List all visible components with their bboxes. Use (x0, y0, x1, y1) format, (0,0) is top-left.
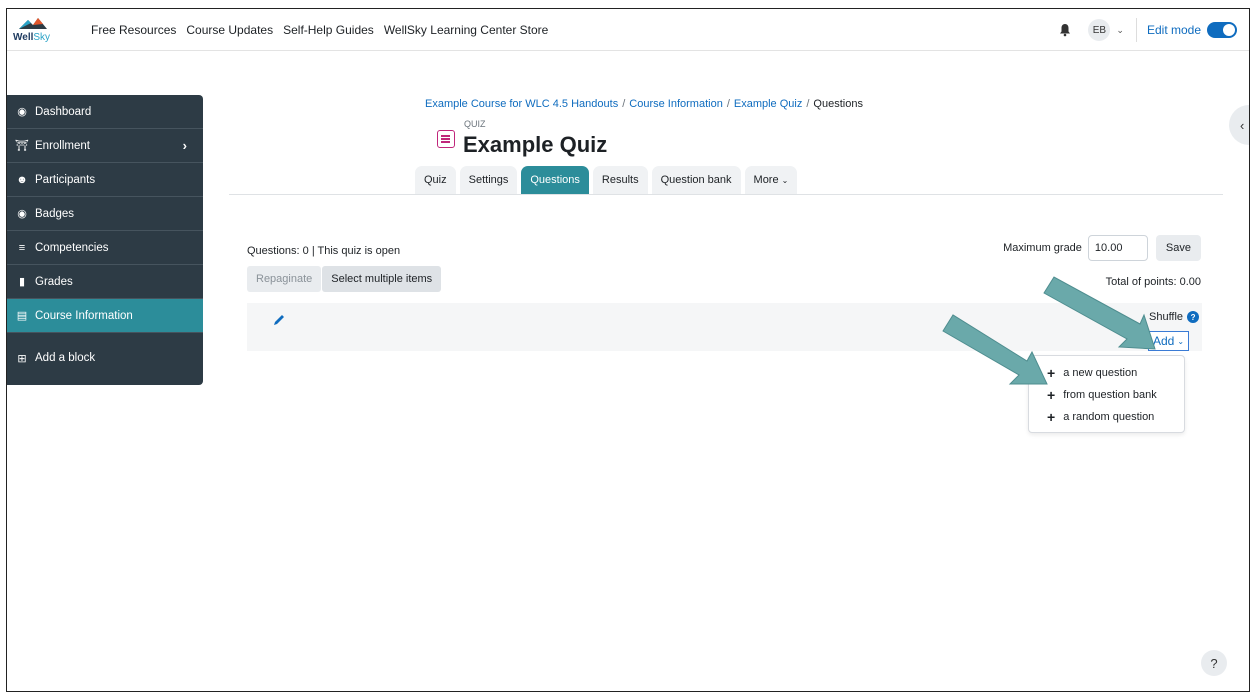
top-navbar: WellSky Free Resources Course Updates Se… (7, 9, 1249, 51)
open-drawer-chevron-left-icon[interactable]: ‹ (1229, 105, 1249, 145)
user-menu-chevron-down-icon[interactable]: ⌄ (1116, 25, 1124, 36)
sidebar-item-badges[interactable]: ◉ Badges (7, 197, 203, 231)
maximum-grade-input[interactable]: 10.00 (1087, 235, 1148, 261)
nav-link-free-resources[interactable]: Free Resources (91, 23, 176, 37)
chevron-down-icon: ⌄ (781, 175, 789, 185)
sidebar-item-label: Add a block (35, 352, 96, 364)
sidebar-item-participants[interactable]: ☻ Participants (7, 163, 203, 197)
page-title: Example Quiz (463, 132, 608, 157)
sidebar-item-course-information[interactable]: ▤ Course Information (7, 299, 203, 333)
shuffle-option[interactable]: Shuffle ? (1149, 311, 1200, 323)
quiz-icon (437, 130, 455, 148)
user-avatar[interactable]: EB (1088, 19, 1111, 41)
tab-question-bank[interactable]: Question bank (651, 166, 741, 194)
help-button[interactable]: ? (1201, 650, 1227, 676)
tab-quiz[interactable]: Quiz (415, 166, 456, 194)
breadcrumb-link-course[interactable]: Example Course for WLC 4.5 Handouts (425, 98, 618, 110)
sidebar-item-label: Grades (35, 275, 73, 288)
edit-pencil-icon[interactable] (272, 313, 286, 327)
quiz-tabs: Quiz Settings Questions Results Question… (415, 166, 801, 194)
plus-icon: + (1047, 409, 1056, 425)
sidebar-item-enrollment[interactable]: ⛩ Enrollment › (7, 129, 203, 163)
quiz-status-text: Questions: 0 | This quiz is open (247, 245, 401, 257)
edit-actions: Repaginate Select multiple items (247, 266, 442, 292)
maximum-grade-label: Maximum grade (1003, 242, 1082, 254)
grades-icon: ▮ (18, 276, 26, 288)
dashboard-icon: ◉ (17, 106, 27, 118)
shuffle-label: Shuffle (1149, 311, 1184, 323)
nav-link-self-help-guides[interactable]: Self-Help Guides (283, 23, 374, 37)
tab-results[interactable]: Results (592, 166, 648, 194)
sidebar-item-label: Competencies (35, 241, 109, 254)
breadcrumb-current: Questions (813, 98, 863, 110)
save-button[interactable]: Save (1155, 235, 1201, 261)
tab-questions[interactable]: Questions (521, 166, 589, 194)
chevron-right-icon: › (182, 138, 187, 153)
sidebar-item-label: Enrollment (35, 139, 90, 152)
logo-text: WellSky (13, 32, 51, 43)
sidebar-item-label: Participants (35, 173, 96, 186)
users-icon: ☻ (16, 173, 28, 186)
sidebar-item-label: Dashboard (35, 105, 92, 118)
total-points: Total of points: 0.00 (1105, 276, 1201, 288)
info-icon: ▤ (16, 310, 28, 322)
breadcrumb-link-example-quiz[interactable]: Example Quiz (734, 98, 802, 110)
wellsky-logo[interactable]: WellSky (13, 13, 53, 47)
primary-nav: Free Resources Course Updates Self-Help … (91, 9, 558, 51)
navbar-divider (1135, 18, 1137, 42)
breadcrumb-link-course-information[interactable]: Course Information (629, 98, 723, 110)
tabs-divider (229, 194, 1223, 195)
sidebar-item-label: Course Information (35, 309, 133, 322)
select-multiple-button[interactable]: Select multiple items (322, 266, 442, 292)
edit-mode-toggle[interactable] (1207, 22, 1237, 38)
menu-item-new-question[interactable]: + a new question (1029, 362, 1184, 384)
bank-icon: ⛩ (15, 140, 29, 152)
sidebar-item-dashboard[interactable]: ◉ Dashboard (7, 95, 203, 129)
nav-link-store[interactable]: WellSky Learning Center Store (384, 23, 549, 37)
menu-item-random-question[interactable]: + a random question (1029, 406, 1184, 428)
page-activity-type: QUIZ (464, 119, 486, 129)
mountain-logo-icon (19, 18, 47, 29)
nav-link-course-updates[interactable]: Course Updates (186, 23, 273, 37)
badge-icon: ◉ (17, 208, 27, 220)
tab-settings[interactable]: Settings (459, 166, 518, 194)
sidebar-item-competencies[interactable]: ≡ Competencies (7, 231, 203, 265)
plus-icon: + (1047, 387, 1056, 403)
chevron-down-icon: ⌄ (1177, 336, 1185, 346)
menu-item-from-question-bank[interactable]: + from question bank (1029, 384, 1184, 406)
browser-frame: WellSky Free Resources Course Updates Se… (6, 8, 1250, 692)
breadcrumb: Example Course for WLC 4.5 Handouts / Cour… (425, 98, 863, 110)
user-controls: EB ⌄ Edit mode (1058, 9, 1237, 51)
plus-square-icon: ⊞ (17, 352, 27, 365)
repaginate-button[interactable]: Repaginate (247, 266, 322, 292)
plus-icon: + (1047, 365, 1056, 381)
add-menu-button[interactable]: Add ⌄ (1148, 331, 1190, 351)
list-icon: ≡ (18, 241, 26, 254)
help-question-icon[interactable]: ? (1187, 311, 1200, 323)
quiz-section (247, 303, 1202, 351)
add-dropdown-menu: + a new question + from question bank + a r… (1028, 355, 1185, 433)
maximum-grade-form: Maximum grade 10.00 Save (1003, 235, 1201, 261)
tab-more[interactable]: More ⌄ (744, 166, 798, 194)
notification-bell-icon[interactable] (1058, 23, 1072, 37)
sidebar-item-label: Badges (35, 207, 75, 220)
edit-mode-label: Edit mode (1146, 23, 1201, 37)
course-index-sidebar: ◉ Dashboard ⛩ Enrollment › ☻ Participant… (7, 95, 203, 385)
sidebar-item-grades[interactable]: ▮ Grades (7, 265, 203, 299)
sidebar-item-add-block[interactable]: ⊞ Add a block (7, 341, 203, 375)
